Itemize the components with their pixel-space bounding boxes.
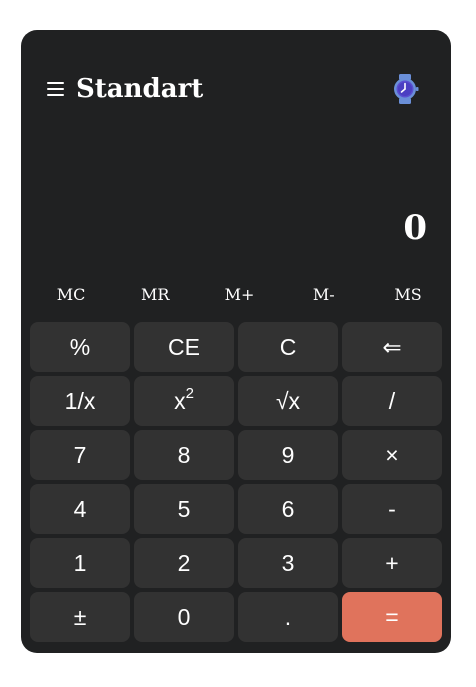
memory-add-button[interactable]: M+ bbox=[220, 280, 260, 308]
memory-subtract-button[interactable]: M- bbox=[304, 280, 344, 308]
minus-button[interactable]: - bbox=[342, 484, 442, 534]
square-base: x bbox=[174, 387, 186, 414]
digit-3-button[interactable]: 3 bbox=[238, 538, 338, 588]
digit-7-button[interactable]: 7 bbox=[30, 430, 130, 480]
memory-row: MC MR M+ M- MS bbox=[21, 280, 451, 308]
equals-button[interactable]: = bbox=[342, 592, 442, 642]
digit-2-button[interactable]: 2 bbox=[134, 538, 234, 588]
watch-history-icon[interactable] bbox=[391, 74, 419, 104]
percent-button[interactable]: % bbox=[30, 322, 130, 372]
memory-clear-button[interactable]: MC bbox=[51, 280, 91, 308]
backspace-button[interactable]: ⇐ bbox=[342, 322, 442, 372]
digit-1-button[interactable]: 1 bbox=[30, 538, 130, 588]
header: Standart bbox=[47, 74, 203, 104]
result-display: 0 bbox=[403, 208, 427, 248]
digit-9-button[interactable]: 9 bbox=[238, 430, 338, 480]
digit-5-button[interactable]: 5 bbox=[134, 484, 234, 534]
clear-button[interactable]: C bbox=[238, 322, 338, 372]
clear-entry-button[interactable]: CE bbox=[134, 322, 234, 372]
decimal-button[interactable]: . bbox=[238, 592, 338, 642]
memory-store-button[interactable]: MS bbox=[388, 280, 428, 308]
digit-4-button[interactable]: 4 bbox=[30, 484, 130, 534]
digit-8-button[interactable]: 8 bbox=[134, 430, 234, 480]
square-root-button[interactable]: √x bbox=[238, 376, 338, 426]
reciprocal-button[interactable]: 1/x bbox=[30, 376, 130, 426]
calculator-window: Standart 0 MC MR M+ M- MS % CE C ⇐ 1/x x… bbox=[21, 30, 451, 653]
keypad: % CE C ⇐ 1/x x2 √x / 7 8 9 × 4 5 6 - 1 2… bbox=[30, 322, 442, 642]
multiply-button[interactable]: × bbox=[342, 430, 442, 480]
plus-button[interactable]: + bbox=[342, 538, 442, 588]
digit-6-button[interactable]: 6 bbox=[238, 484, 338, 534]
page-title: Standart bbox=[76, 74, 204, 104]
digit-0-button[interactable]: 0 bbox=[134, 592, 234, 642]
negate-button[interactable]: ± bbox=[30, 592, 130, 642]
hamburger-menu-icon[interactable] bbox=[47, 82, 64, 96]
square-exponent: 2 bbox=[185, 384, 194, 402]
divide-button[interactable]: / bbox=[342, 376, 442, 426]
memory-recall-button[interactable]: MR bbox=[135, 280, 175, 308]
square-button[interactable]: x2 bbox=[134, 376, 234, 426]
